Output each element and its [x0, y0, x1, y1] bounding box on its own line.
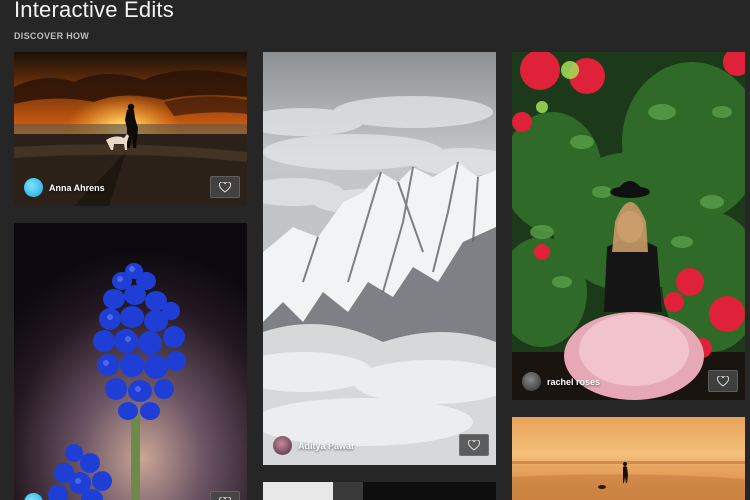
avatar: [24, 178, 43, 197]
card-dark-strip[interactable]: [263, 482, 496, 500]
like-button[interactable]: [210, 491, 240, 500]
like-button[interactable]: [210, 176, 240, 198]
blue-flower-image: [14, 223, 247, 500]
card-snow-mountains[interactable]: Aditya Pawar: [263, 52, 496, 465]
card-blue-flower[interactable]: [14, 223, 247, 500]
woman-roses-image: [512, 52, 745, 400]
card-golden-beach[interactable]: [512, 417, 745, 500]
snow-mountains-image: [263, 52, 496, 465]
avatar: [273, 436, 292, 455]
author-name: Anna Ahrens: [49, 182, 105, 193]
heart-icon: [468, 439, 480, 451]
heart-icon: [717, 375, 729, 387]
golden-beach-image: [512, 417, 745, 500]
like-button[interactable]: [708, 370, 738, 392]
heart-icon: [219, 181, 231, 193]
dark-strip-image: [263, 482, 496, 500]
heart-icon: [219, 496, 231, 500]
card-author[interactable]: Aditya Pawar: [273, 436, 355, 455]
card-author[interactable]: rachel roses: [522, 372, 600, 391]
author-name: rachel roses: [547, 376, 601, 387]
author-name: Aditya Pawar: [298, 440, 355, 451]
like-button[interactable]: [459, 434, 489, 456]
page-title: Interactive Edits: [14, 0, 174, 22]
card-sunset-beach[interactable]: Anna Ahrens: [14, 52, 247, 206]
avatar: [522, 372, 541, 391]
card-woman-roses[interactable]: rachel roses: [512, 52, 745, 400]
card-author[interactable]: Anna Ahrens: [24, 178, 105, 197]
discover-how-link[interactable]: DISCOVER HOW: [14, 31, 89, 41]
